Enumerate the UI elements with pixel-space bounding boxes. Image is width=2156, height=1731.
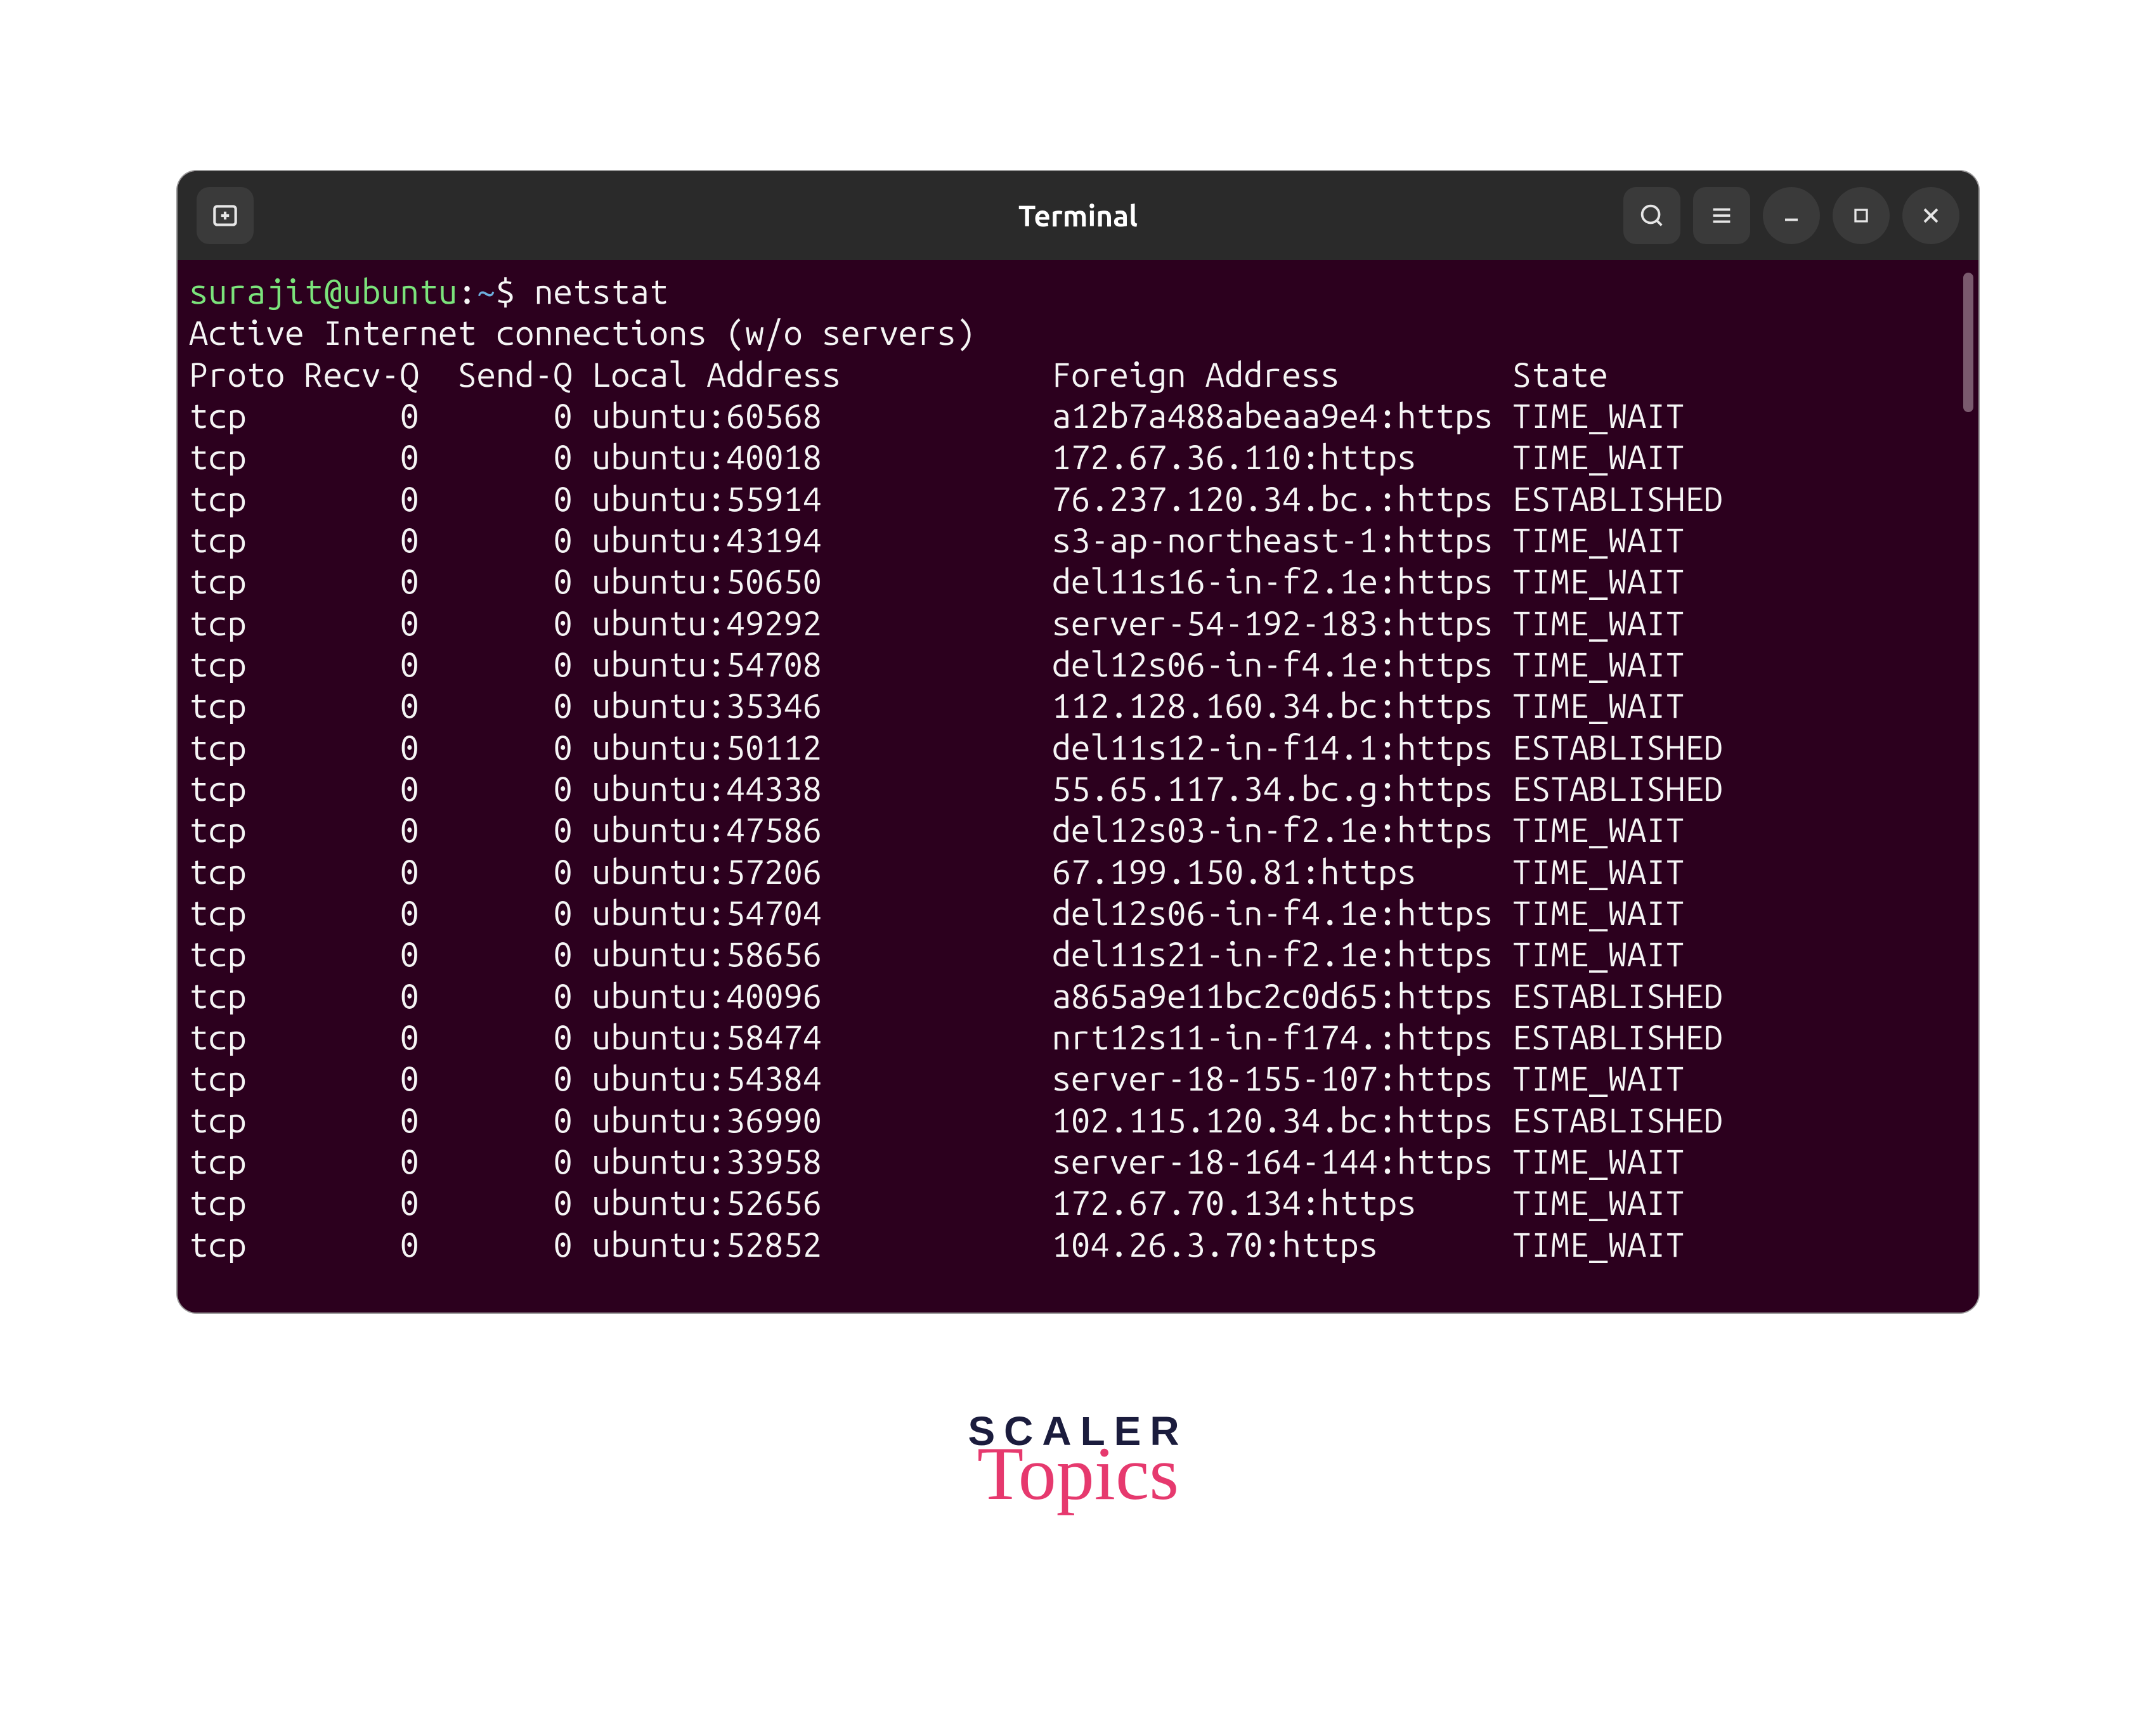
search-button[interactable]	[1623, 187, 1680, 244]
close-icon	[1918, 203, 1944, 228]
menu-button[interactable]	[1693, 187, 1750, 244]
brand-logo: SCALER Topics	[968, 1408, 1188, 1512]
terminal-window: Terminal	[178, 171, 1978, 1313]
titlebar-left	[197, 187, 254, 244]
maximize-icon	[1850, 204, 1873, 227]
titlebar: Terminal	[178, 171, 1978, 260]
new-tab-icon	[209, 200, 241, 231]
hamburger-icon	[1707, 201, 1736, 230]
titlebar-right	[1623, 187, 1959, 244]
minimize-icon	[1779, 203, 1804, 228]
terminal-body[interactable]: surajit@ubuntu:~$ netstat Active Interne…	[178, 260, 1978, 1313]
search-icon	[1637, 201, 1666, 230]
scrollbar-thumb[interactable]	[1963, 273, 1973, 412]
brand-line2: Topics	[977, 1436, 1179, 1512]
new-tab-button[interactable]	[197, 187, 254, 244]
maximize-button[interactable]	[1833, 187, 1890, 244]
close-button[interactable]	[1902, 187, 1959, 244]
minimize-button[interactable]	[1763, 187, 1820, 244]
window-title: Terminal	[1018, 199, 1138, 232]
terminal-output: surajit@ubuntu:~$ netstat Active Interne…	[189, 271, 1978, 1266]
